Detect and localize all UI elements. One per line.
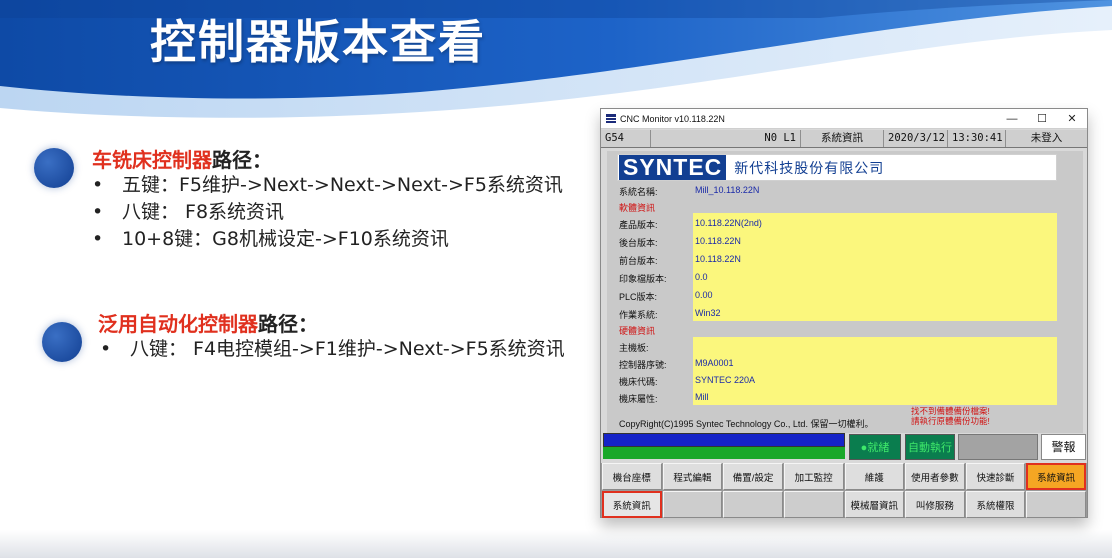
backup-warning: 找不到備體備份檔案! 請執行原體備份功能! <box>911 406 990 426</box>
alarm-button[interactable]: 警報 <box>1041 434 1086 460</box>
image-version-value: 0.0 <box>695 272 708 282</box>
list-item: 八键： F8系统资讯 <box>92 199 597 226</box>
slide-title: 控制器版本查看 <box>150 15 486 69</box>
window-titlebar: CNC Monitor v10.118.22N — ☐ ✕ <box>601 109 1087 129</box>
syntec-app-icon <box>606 114 616 123</box>
brand-logo: SYNTEC <box>619 155 727 180</box>
softkey-system-info[interactable]: 系統資訊 <box>602 491 662 518</box>
status-slot-empty <box>958 434 1038 460</box>
softkey-machining-monitor[interactable]: 加工監控 <box>783 463 844 490</box>
machine-code-value: SYNTEC 220A <box>695 375 756 385</box>
os-value: Win32 <box>695 308 721 318</box>
softkey-quick-diagnosis[interactable]: 快速診斷 <box>965 463 1026 490</box>
close-button[interactable]: ✕ <box>1057 112 1087 125</box>
minimize-button[interactable]: — <box>997 113 1027 125</box>
frontend-version-value: 10.118.22N <box>695 254 741 264</box>
heading-highlight: 车铣床控制器 <box>92 148 212 172</box>
list-item: 八键： F4电控模组->F1维护->Next->F5系统资讯 <box>100 336 605 363</box>
coord-system: G54 <box>601 130 651 147</box>
os-label: 作業系統: <box>619 310 658 320</box>
status-bar: G54 N0 L1 系統資訊 2020/3/12 13:30:41 未登入 <box>601 130 1087 148</box>
softkey-system-permission[interactable]: 系統權限 <box>965 491 1026 518</box>
cnc-monitor-window: CNC Monitor v10.118.22N — ☐ ✕ G54 N0 L1 … <box>600 108 1088 518</box>
software-section-title: 軟體資訊 <box>619 203 656 213</box>
softkey-program-edit[interactable]: 程式編輯 <box>662 463 723 490</box>
softkey-empty[interactable] <box>783 491 844 518</box>
heading-suffix: 路径： <box>212 148 272 172</box>
product-version-label: 產品版本: <box>619 220 658 230</box>
status-time: 13:30:41 <box>948 130 1006 147</box>
softkey-empty[interactable] <box>662 491 723 518</box>
heading-suffix: 路径： <box>258 312 318 336</box>
machine-code-label: 機床代碼: <box>619 377 658 387</box>
bullet-circle-icon <box>42 322 82 362</box>
machine-type-label: 機床屬性: <box>619 394 658 404</box>
section-heading-automation: 泛用自动化控制器路径： <box>98 308 318 337</box>
softkey-user-params[interactable]: 使用者參數 <box>905 463 965 490</box>
machine-type-value: Mill <box>695 392 709 402</box>
copyright-text: CopyRight(C)1995 Syntec Technology Co., … <box>619 419 874 429</box>
syntec-logo: SYNTEC 新代科技股份有限公司 <box>617 154 1057 181</box>
product-version-value: 10.118.22N(2nd) <box>695 218 762 228</box>
softkey-panel: 機台座標 程式編輯 備置/設定 加工監控 維護 使用者參數 快速診斷 系統資訊 … <box>601 463 1087 518</box>
backend-version-value: 10.118.22N <box>695 236 741 246</box>
list-item: 五键：F5维护->Next->Next->Next->F5系统资讯 <box>92 172 597 199</box>
status-date: 2020/3/12 <box>884 130 948 147</box>
serial-value: M9A0001 <box>695 358 734 368</box>
system-info-panel: SYNTEC 新代科技股份有限公司 系統名稱: Mill_10.118.22N … <box>607 151 1083 433</box>
warning-line-1: 找不到備體備份檔案! <box>911 406 990 416</box>
softkey-system-info-active[interactable]: 系統資訊 <box>1026 463 1086 490</box>
softkey-machine-layer-info[interactable]: 模械層資訊 <box>844 491 905 518</box>
bullet-list-lathe-mill: 五键：F5维护->Next->Next->Next->F5系统资讯 八键： F8… <box>92 172 597 253</box>
auto-mode-indicator: 自動執行 <box>905 434 955 460</box>
list-item: 10+8键：G8机械设定->F10系统资讯 <box>92 226 597 253</box>
company-name: 新代科技股份有限公司 <box>734 160 885 177</box>
warning-line-2: 請執行原體備份功能! <box>911 416 990 426</box>
ready-indicator: ●就緒 <box>849 434 901 460</box>
progress-bar-green <box>603 447 845 459</box>
serial-label: 控制器序號: <box>619 360 667 370</box>
frontend-version-label: 前台版本: <box>619 256 658 266</box>
softkey-empty[interactable] <box>723 491 783 518</box>
plc-version-label: PLC版本: <box>619 292 658 302</box>
softkey-repair-service[interactable]: 叫修服務 <box>905 491 965 518</box>
hardware-info-box <box>693 337 1057 405</box>
plc-version-value: 0.00 <box>695 290 713 300</box>
backend-version-label: 後台版本: <box>619 238 658 248</box>
login-status[interactable]: 未登入 <box>1006 130 1087 147</box>
machine-state-bar: ●就緒 自動執行 警報 <box>601 433 1087 461</box>
softkey-maintenance[interactable]: 維護 <box>844 463 905 490</box>
system-name-label: 系統名稱: <box>619 187 658 197</box>
window-title: CNC Monitor v10.118.22N <box>620 113 725 124</box>
hardware-section-title: 硬體資訊 <box>619 326 656 336</box>
softkey-machine-coord[interactable]: 機台座標 <box>602 463 662 490</box>
channel-line: N0 L1 <box>651 130 801 147</box>
current-mode: 系統資訊 <box>801 130 884 147</box>
maximize-button[interactable]: ☐ <box>1027 112 1057 125</box>
bullet-circle-icon <box>34 148 74 188</box>
heading-highlight: 泛用自动化控制器 <box>98 312 258 336</box>
software-info-box <box>693 213 1057 321</box>
softkey-empty[interactable] <box>1026 491 1086 518</box>
mainboard-label: 主機板: <box>619 343 649 353</box>
progress-bar-blue <box>603 433 845 447</box>
section-heading-lathe-mill: 车铣床控制器路径： <box>92 144 272 173</box>
image-version-label: 印象檔版本: <box>619 274 667 284</box>
floor-shadow <box>0 530 1112 558</box>
system-name-value: Mill_10.118.22N <box>695 185 760 195</box>
softkey-setup[interactable]: 備置/設定 <box>723 463 783 490</box>
bullet-list-automation: 八键： F4电控模组->F1维护->Next->F5系统资讯 <box>100 336 605 363</box>
